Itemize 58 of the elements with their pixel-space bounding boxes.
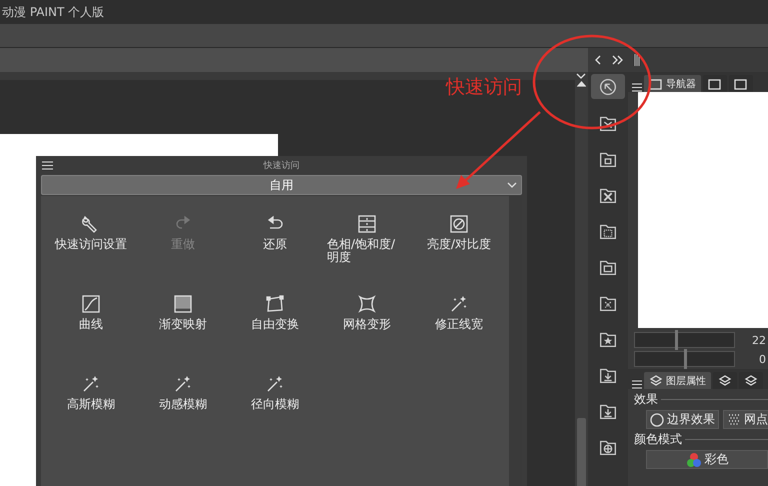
property-button[interactable]: 网点 [723, 410, 768, 429]
section-label: 颜色模式 [634, 431, 682, 448]
quick-access-item[interactable]: 还原 [257, 214, 293, 251]
magic-wand-icon [81, 374, 101, 394]
panel-tab[interactable] [739, 372, 763, 389]
chevron-down-icon [507, 181, 517, 189]
section-label: 效果 [634, 391, 658, 408]
magic-wand-icon [265, 374, 285, 394]
layer-stack-icon [744, 374, 758, 386]
slider[interactable] [634, 332, 735, 348]
quick-access-item[interactable]: 高斯模糊 [61, 374, 121, 411]
magic-wand-icon [449, 294, 469, 314]
layer-stack-icon [718, 374, 732, 386]
chevron-left-icon [594, 55, 602, 65]
quick-access-item[interactable]: 亮度/对比度 [420, 214, 498, 251]
quick-access-item[interactable]: 修正线宽 [429, 294, 489, 331]
scrollbar-track[interactable] [575, 80, 588, 486]
toolbar-button[interactable] [591, 74, 625, 99]
set-dropdown[interactable]: 自用 [41, 175, 522, 195]
panel-tab[interactable] [703, 75, 727, 92]
layer-stack-icon [649, 374, 663, 386]
panel-tab[interactable] [729, 75, 753, 92]
mesh-grid-icon [357, 294, 377, 314]
quick-access-item[interactable]: 网格变形 [337, 294, 397, 331]
quick-access-item[interactable]: 动感模糊 [153, 374, 213, 411]
quick-access-item[interactable]: 自由变换 [245, 294, 305, 331]
chevron-down-icon [576, 72, 586, 80]
adjustment-panel-icon [357, 214, 377, 234]
menu-icon [632, 380, 642, 389]
slider[interactable] [634, 351, 735, 367]
panel-tab[interactable] [713, 372, 737, 389]
annotation-label: 快速访问 [446, 75, 522, 100]
menu-icon [632, 83, 642, 92]
window-title: 动漫 PAINT 个人版 [2, 4, 104, 20]
transform-frame-icon [265, 294, 285, 314]
property-button[interactable]: 边界效果 [646, 410, 719, 429]
slider-value: 0 [758, 352, 767, 366]
dots-icon [727, 412, 741, 426]
menu-icon [42, 161, 53, 170]
double-chevron-icon [612, 55, 624, 65]
gradient-panel-icon [173, 294, 193, 314]
contrast-panel-icon [448, 214, 469, 234]
circle-icon [650, 412, 664, 426]
slider-value: 22 [751, 334, 767, 346]
panel-title: 快速访问 [264, 161, 300, 171]
color-circles-icon [686, 452, 702, 468]
quick-access-item[interactable]: 快速访问设置 [49, 214, 133, 251]
quick-access-item[interactable]: 渐变映射 [153, 294, 213, 331]
quick-access-item[interactable]: 径向模糊 [245, 374, 305, 411]
frame-icon [708, 78, 722, 90]
curve-panel-icon [81, 294, 101, 314]
quick-access-item[interactable]: 曲线 [73, 294, 109, 331]
property-button[interactable]: 彩色 [646, 450, 768, 469]
grip-icon [634, 54, 640, 66]
magic-wand-icon [173, 374, 193, 394]
panel-tab[interactable]: 导航器 [644, 75, 701, 92]
quick-access-item[interactable]: 色相/饱和度/明度 [321, 214, 413, 264]
panel-tab[interactable]: 图层属性 [644, 372, 711, 389]
